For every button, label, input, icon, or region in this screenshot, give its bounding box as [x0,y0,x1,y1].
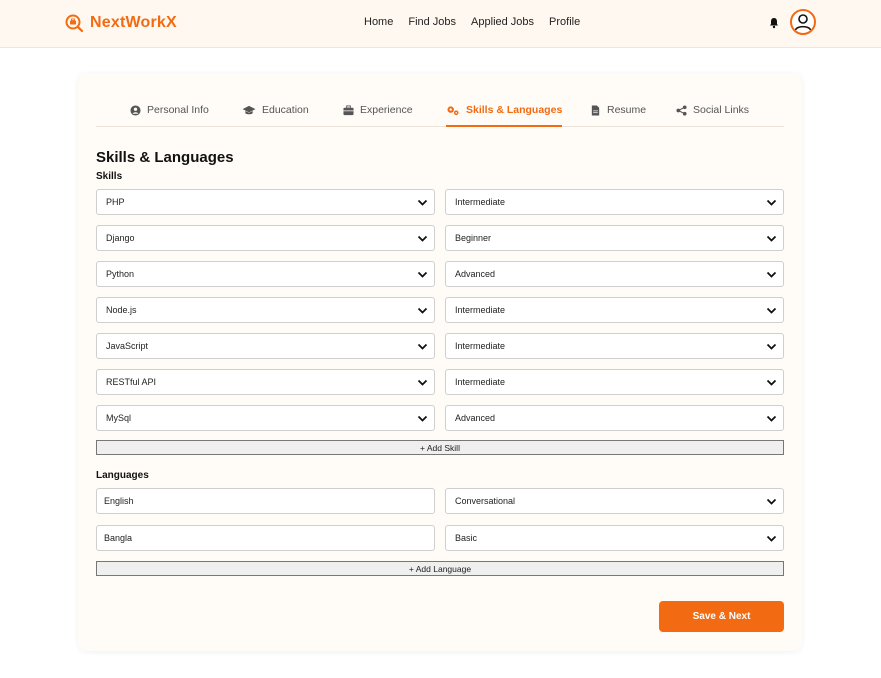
bell-icon[interactable] [768,17,780,29]
chevron-down-icon [766,535,777,542]
user-icon [794,14,812,31]
language-input[interactable]: Bangla [96,525,435,551]
graduation-cap-icon [242,105,256,114]
chevron-down-icon [766,235,777,242]
chevron-down-icon [766,498,777,505]
chevron-down-icon [766,199,777,206]
skill-select[interactable]: MySql [96,405,435,431]
language-input[interactable]: English [96,488,435,514]
chevron-down-icon [417,199,428,206]
language-level-select[interactable]: Conversational [445,488,784,514]
nav-home-link[interactable]: Home [364,16,393,28]
skill-select[interactable]: PHP [96,189,435,215]
chevron-down-icon [417,415,428,422]
briefcase-icon [343,104,354,115]
chevron-down-icon [766,415,777,422]
tab-experience[interactable]: Experience [343,99,413,121]
nav-find-jobs-link[interactable]: Find Jobs [408,16,456,28]
skill-level-select[interactable]: Intermediate [445,369,784,395]
user-avatar[interactable] [790,9,816,35]
share-icon [676,104,687,116]
skills-label: Skills [96,171,123,182]
search-briefcase-icon [65,14,84,33]
skill-select[interactable]: Node.js [96,297,435,323]
tab-skills-languages[interactable]: Skills & Languages [446,99,563,127]
skill-level-select[interactable]: Beginner [445,225,784,251]
tab-resume[interactable]: Resume [590,99,646,121]
skill-level-select[interactable]: Intermediate [445,333,784,359]
nav-profile-link[interactable]: Profile [549,16,580,28]
nav-applied-jobs-link[interactable]: Applied Jobs [471,16,534,28]
tab-personal-info[interactable]: Personal Info [130,99,209,121]
file-icon [591,104,600,116]
user-circle-icon [130,104,141,116]
skill-level-select[interactable]: Advanced [445,405,784,431]
skill-select[interactable]: Django [96,225,435,251]
tab-social-links[interactable]: Social Links [676,99,749,121]
chevron-down-icon [417,307,428,314]
skill-select[interactable]: Python [96,261,435,287]
skill-select[interactable]: JavaScript [96,333,435,359]
chevron-down-icon [766,379,777,386]
profile-tabs: Personal Info Education Experience Skill… [96,93,784,127]
main-nav: Home Find Jobs Applied Jobs Profile [364,16,580,28]
add-language-button[interactable]: + Add Language [96,561,784,576]
brand-logo[interactable]: NextWorkX [64,13,177,33]
skill-level-select[interactable]: Advanced [445,261,784,287]
chevron-down-icon [417,343,428,350]
add-skill-button[interactable]: + Add Skill [96,440,784,455]
gears-icon [447,105,459,115]
language-level-select[interactable]: Basic [445,525,784,551]
save-next-button[interactable]: Save & Next [659,601,784,632]
profile-form-card: Personal Info Education Experience Skill… [78,73,802,651]
top-navbar: NextWorkX Home Find Jobs Applied Jobs Pr… [0,0,881,48]
chevron-down-icon [417,271,428,278]
chevron-down-icon [766,271,777,278]
skill-select[interactable]: RESTful API [96,369,435,395]
chevron-down-icon [417,379,428,386]
languages-label: Languages [96,470,149,481]
brand-name: NextWorkX [90,14,177,31]
skill-level-select[interactable]: Intermediate [445,189,784,215]
section-title: Skills & Languages [96,149,234,166]
skill-level-select[interactable]: Intermediate [445,297,784,323]
tab-education[interactable]: Education [242,99,309,121]
chevron-down-icon [766,343,777,350]
chevron-down-icon [417,235,428,242]
chevron-down-icon [766,307,777,314]
